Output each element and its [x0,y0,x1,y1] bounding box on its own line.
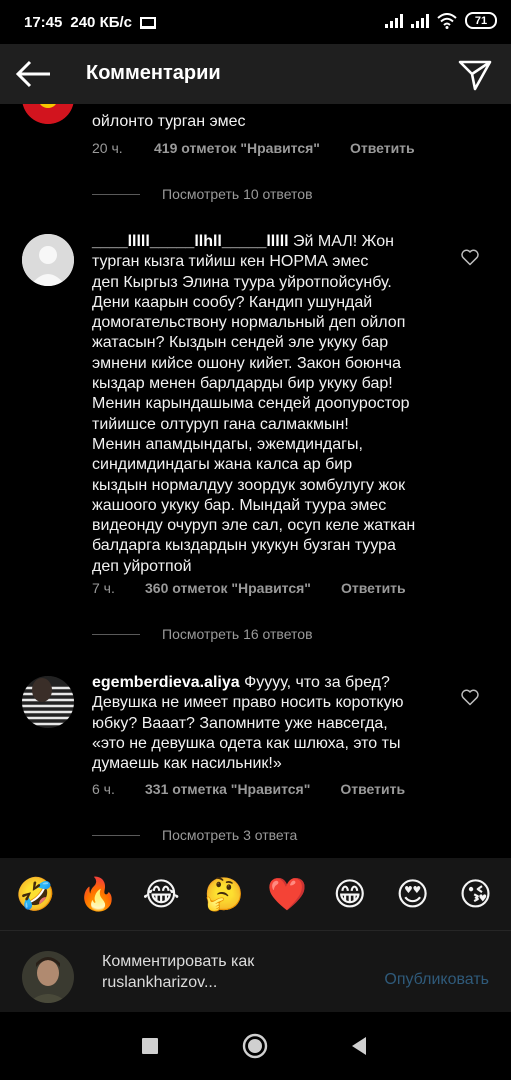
status-bar: 17:45 240 КБ/с 71 [0,0,511,44]
home-icon[interactable] [241,1032,269,1060]
view-replies-label: Посмотреть 10 ответов [162,186,313,202]
kiss-emoji-button[interactable]: 😘 [454,875,498,913]
fire-emoji-button[interactable]: 🔥 [76,875,120,913]
comment-line: Фуууу, что за бред? [244,674,390,691]
comment-text: ойлонто турган эмес [92,113,246,130]
comment-line: Дени каарын сообу? Кандип ушундай [92,293,373,311]
comment-meta: 7 ч. 360 отметок "Нравится" Ответить [92,580,406,596]
likes-count[interactable]: 331 отметка "Нравится" [145,781,310,797]
recents-icon[interactable] [136,1032,164,1060]
comment-text: egemberdieva.aliya Фуууу, что за бред? Д… [92,673,462,774]
comment-input-placeholder-line2: ruslankharizov... [102,974,218,991]
back-arrow-icon[interactable] [14,58,54,90]
avatar[interactable] [22,234,74,286]
view-replies-button[interactable]: Посмотреть 10 ответов [92,186,313,202]
comment-line: деп уйротпой [92,557,192,575]
comment-line: Менин карындашыма сендей доопуростор [92,395,410,413]
view-replies-label: Посмотреть 16 ответов [162,626,313,642]
reply-button[interactable]: Ответить [340,781,405,797]
comment-line: думаешь как насильник!» [92,755,282,773]
likes-count[interactable]: 419 отметок "Нравится" [154,140,320,156]
status-data-speed: 240 КБ/с [70,14,133,31]
comment-line: Девушка не имеет право носить короткую [92,694,404,712]
comment-line: эмнени кийсе ошону кийет. Закон боюнча [92,354,401,372]
comment-line: тийишсе олтуруп гана салмакмын! [92,415,349,433]
comment-input-placeholder-line1: Комментировать как [102,953,255,970]
comment-line: жашоого укуку бар. Мындай туура эмес [92,496,387,514]
reply-button[interactable]: Ответить [341,580,406,596]
header: Комментарии [0,44,511,104]
comment-time: 6 ч. [92,781,115,797]
comments-list: ойлонто турган эмес 20 ч. 419 отметок "Н… [0,104,511,858]
comment-line: турган кызга тийиш кен НОРМА эмес [92,253,369,271]
comment-line: синдимдиндагы жана калса ар бир [92,456,353,474]
page-title: Комментарии [86,62,221,84]
heart-icon[interactable] [460,687,480,707]
comment-line: видеонду очуруп эле сал, осуп келе жатка… [92,517,416,535]
send-icon[interactable] [457,56,493,92]
comment-line: домогательствону нормальный деп ойлоп [92,314,406,332]
comment-line: «это не девушка одета как шлюха, это ты [92,734,401,752]
view-replies-button[interactable]: Посмотреть 16 ответов [92,626,313,642]
likes-count[interactable]: 360 отметок "Нравится" [145,580,311,596]
avatar[interactable] [22,676,74,728]
avatar[interactable] [22,104,74,124]
view-replies-label: Посмотреть 3 ответа [162,827,298,843]
divider-line [92,633,140,635]
view-replies-button[interactable]: Посмотреть 3 ответа [92,827,297,843]
comment-composer: Комментировать как ruslankharizov... Опу… [0,930,511,1012]
comment-line: Менин апамдындагы, эжемдиндагы, [92,435,363,453]
comment-line: юбку? Вааат? Запомните уже навсегда, [92,714,388,732]
status-time: 17:45 [24,14,63,31]
signal-icon [385,13,403,28]
heart-eyes-emoji-button[interactable]: 😍 [391,875,435,913]
system-navigation-bar [0,1012,511,1080]
comment-line: кыздар менен барлдарды бир укуку бар! [92,375,393,393]
comment-line: деп Кыргыз Элина туура уйротпойсунбу. [92,273,392,291]
divider-line [92,193,140,195]
divider-line [92,834,140,836]
comment-username[interactable]: egemberdieva.aliya [92,674,240,691]
thinking-emoji-button[interactable]: 🤔 [202,875,246,913]
comment-line: Эй МАЛ! Жон [293,233,394,250]
signal-icon-2 [411,13,429,28]
back-icon[interactable] [346,1032,374,1060]
comment-time: 20 ч. [92,140,123,156]
rofl-emoji-button[interactable]: 🤣 [13,875,57,913]
screen-icon [140,16,157,29]
comment-line: кыздын нормалдуу зоордук зомбулугу жок [92,476,406,494]
comment-line: жатасын? Кыздын сендей эле укуку бар [92,334,389,352]
reply-button[interactable]: Ответить [350,140,415,156]
battery-icon: 71 [465,12,497,29]
comment-line: балдарга кыздардын укукун бузган туура [92,537,396,555]
user-avatar [22,951,74,1003]
heart-icon[interactable] [460,247,480,267]
wifi-icon [437,12,457,29]
comment-text: ____lllll_____llhll_____lllll Эй МАЛ! Жо… [92,232,462,577]
joy-emoji-button[interactable]: 😂 [139,875,183,913]
grin-emoji-button[interactable]: 😁 [328,875,372,913]
comment-meta: 20 ч. 419 отметок "Нравится" Ответить [92,140,415,156]
comment-username[interactable]: ____lllll_____llhll_____lllll [92,233,289,250]
comment-time: 7 ч. [92,580,115,596]
comment-input[interactable]: Комментировать как ruslankharizov... [102,951,352,993]
heart-emoji-button[interactable]: ❤️ [265,875,309,913]
emoji-reactions-bar: 🤣 🔥 😂 🤔 ❤️ 😁 😍 😘 [0,858,511,930]
comment-meta: 6 ч. 331 отметка "Нравится" Ответить [92,781,405,797]
publish-button[interactable]: Опубликовать [384,971,489,989]
